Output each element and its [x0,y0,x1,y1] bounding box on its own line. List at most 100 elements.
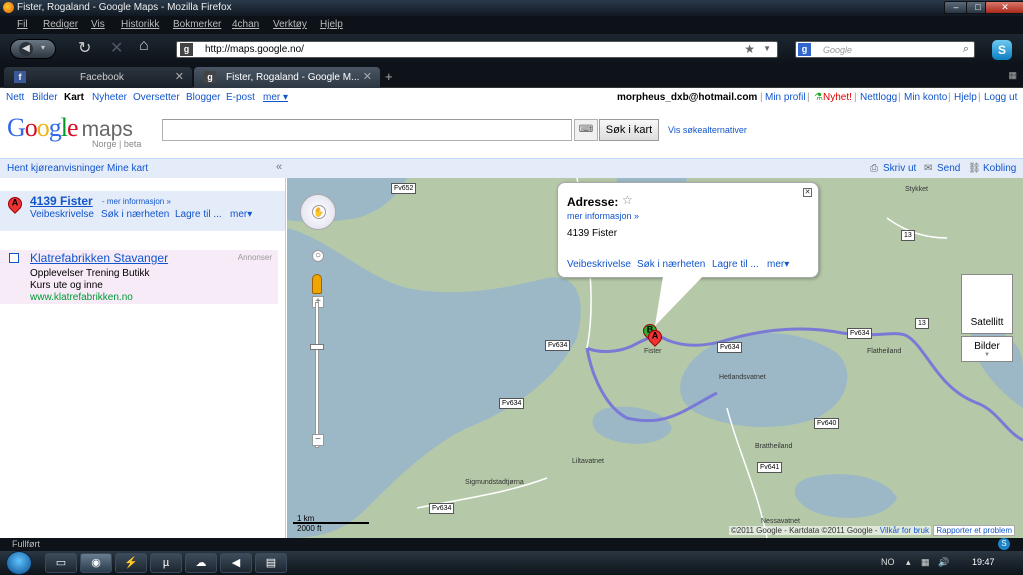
info-directions-link[interactable]: Veibeskrivelse [567,259,631,270]
keyboard-icon[interactable]: ⌨ [574,119,598,141]
bilder-button[interactable]: Bilder ▼ [961,336,1013,362]
gbar-link-hjelp[interactable]: Hjelp [954,92,977,103]
search-result[interactable]: A 4139 Fister - mer informasjon » Veibes… [0,191,285,231]
print-link[interactable]: Skriv ut [883,163,916,174]
road-label: Fv634 [429,503,455,514]
tab-facebook[interactable]: f Facebook ✕ [4,67,192,88]
search-options-link[interactable]: Vis søkealternativer [668,125,747,135]
map-search-input[interactable] [162,119,572,141]
ad-title[interactable]: Klatrefabrikken Stavanger [30,251,168,265]
skype-icon[interactable]: S [992,40,1012,60]
terms-link[interactable]: Vilkår for bruk [880,526,929,535]
result-directions-link[interactable]: Veibeskrivelse [30,209,94,220]
close-tab-icon[interactable]: ✕ [363,70,372,83]
gbar-link-konto[interactable]: Min konto [904,92,947,103]
menu-bokmerker[interactable]: Bokmerker [173,19,221,30]
reload-icon[interactable]: ↻ [78,38,91,58]
gbar-link-nett[interactable]: Nett [6,92,24,103]
network-icon[interactable]: ▦ [921,557,930,568]
my-maps-link[interactable]: Mine kart [107,163,148,174]
gbar-link-nettlogg[interactable]: Nettlogg [860,92,897,103]
utorrent-taskbar-icon[interactable]: µ [150,553,182,573]
gbar-link-mer[interactable]: mer ▾ [263,92,288,103]
menu-fil[interactable]: Fil [17,19,28,30]
tray-arrow-icon[interactable]: ▴ [906,557,911,568]
info-window-more-info[interactable]: mer informasjon » [567,211,639,221]
marker-a-icon[interactable]: A [5,194,25,214]
close-tab-icon[interactable]: ✕ [175,70,184,83]
search-icon[interactable]: ⌕ [963,43,969,56]
url-bar[interactable]: g http://maps.google.no/ ★ ▼ [176,41,778,58]
link-link[interactable]: Kobling [983,163,1016,174]
zoom-out-button[interactable]: − [312,434,324,446]
volume-icon[interactable]: 🔊 [938,557,949,568]
zoom-slider-handle[interactable] [310,344,324,350]
menu-historikk[interactable]: Historikk [121,19,159,30]
map-canvas[interactable]: Fv652 Fv634 Fv634 Fv634 Fv634 Fv640 Fv64… [287,178,1023,538]
info-save-link[interactable]: Lagre til ... [712,259,759,270]
result-more-link[interactable]: mer▾ [230,209,252,220]
report-problem-link[interactable]: Rapporter et problem [933,525,1015,536]
gbar-link-bilder[interactable]: Bilder [32,92,58,103]
gbar-link-profil[interactable]: Min profil [765,92,806,103]
gbar-link-loggut[interactable]: Logg ut [984,92,1017,103]
directions-link[interactable]: Hent kjøreanvisninger [7,163,104,174]
app-taskbar-icon[interactable]: ☁ [185,553,217,573]
ad-url[interactable]: www.klatrefabrikken.no [30,292,133,303]
history-dropdown-icon[interactable]: ▾ [41,43,45,52]
close-window-button[interactable]: ✕ [985,1,1023,14]
back-button[interactable]: ◀ ▾ [10,39,56,59]
result-more-info[interactable]: - mer informasjon » [102,197,171,206]
language-indicator[interactable]: NO [881,557,895,567]
explorer-taskbar-icon[interactable]: ▭ [45,553,77,573]
satellite-toggle[interactable]: Satellitt [961,274,1013,334]
result-title[interactable]: 4139 Fister [30,194,93,208]
close-info-window-icon[interactable]: ✕ [803,188,812,197]
notepad-taskbar-icon[interactable]: ▤ [255,553,287,573]
url-dropdown-icon[interactable]: ▼ [763,44,771,53]
info-search-nearby-link[interactable]: Søk i nærheten [637,259,705,270]
print-icon[interactable]: ⎙ [870,163,878,174]
gbar-link-oversetter[interactable]: Oversetter [133,92,180,103]
zoom-slider[interactable] [310,302,324,448]
mail-icon[interactable]: ✉ [924,163,932,174]
menu-hjelp[interactable]: Hjelp [320,19,343,30]
tab-list-icon[interactable]: ▦ [1008,70,1017,81]
maps-toolbar: Hent kjøreanvisninger Mine kart « ⎙ Skri… [0,158,1023,178]
bookmark-star-icon[interactable]: ★ [744,42,755,56]
menu-verktoy[interactable]: Verktøy [273,19,307,30]
link-icon[interactable]: ⛓ [968,163,981,174]
result-save-link[interactable]: Lagre til ... [175,209,222,220]
recenter-icon[interactable]: ○ [312,250,324,262]
skype-status-icon[interactable]: S [998,538,1010,550]
gbar-link-kart[interactable]: Kart [64,92,84,103]
result-search-nearby-link[interactable]: Søk i nærheten [101,209,169,220]
send-link[interactable]: Send [937,163,960,174]
winamp-taskbar-icon[interactable]: ⚡ [115,553,147,573]
street-view-pegman-icon[interactable] [312,274,322,294]
info-more-link[interactable]: mer▾ [767,259,789,270]
new-tab-icon[interactable]: + [385,69,393,84]
start-button[interactable] [6,551,32,575]
gbar-link-epost[interactable]: E-post [226,92,255,103]
gbar-link-nyhet[interactable]: Nyhet! [823,92,852,103]
star-icon[interactable]: ☆ [622,193,633,207]
menu-vis[interactable]: Vis [91,19,105,30]
sponsored-ad[interactable]: Klatrefabrikken Stavanger Annonser Opple… [0,250,278,304]
menu-rediger[interactable]: Rediger [43,19,78,30]
firefox-taskbar-icon[interactable]: ◉ [80,553,112,573]
clock[interactable]: 19:47 [972,557,995,567]
gbar-link-blogger[interactable]: Blogger [186,92,220,103]
search-map-button[interactable]: Søk i kart [599,119,659,141]
tab-google-maps[interactable]: g Fister, Rogaland - Google M... ✕ [194,67,380,88]
media-taskbar-icon[interactable]: ◀ [220,553,252,573]
minimize-button[interactable]: – [944,1,968,14]
gbar-link-nyheter[interactable]: Nyheter [92,92,127,103]
stop-icon[interactable]: ✕ [110,38,123,58]
search-engine-icon[interactable]: g [798,43,811,56]
collapse-panel-icon[interactable]: « [276,161,282,173]
menu-4chan[interactable]: 4chan [232,19,259,30]
search-bar[interactable]: g Google ⌕ [795,41,975,58]
pan-control[interactable]: ✋ [300,194,336,230]
home-icon[interactable]: ⌂ [139,37,149,55]
